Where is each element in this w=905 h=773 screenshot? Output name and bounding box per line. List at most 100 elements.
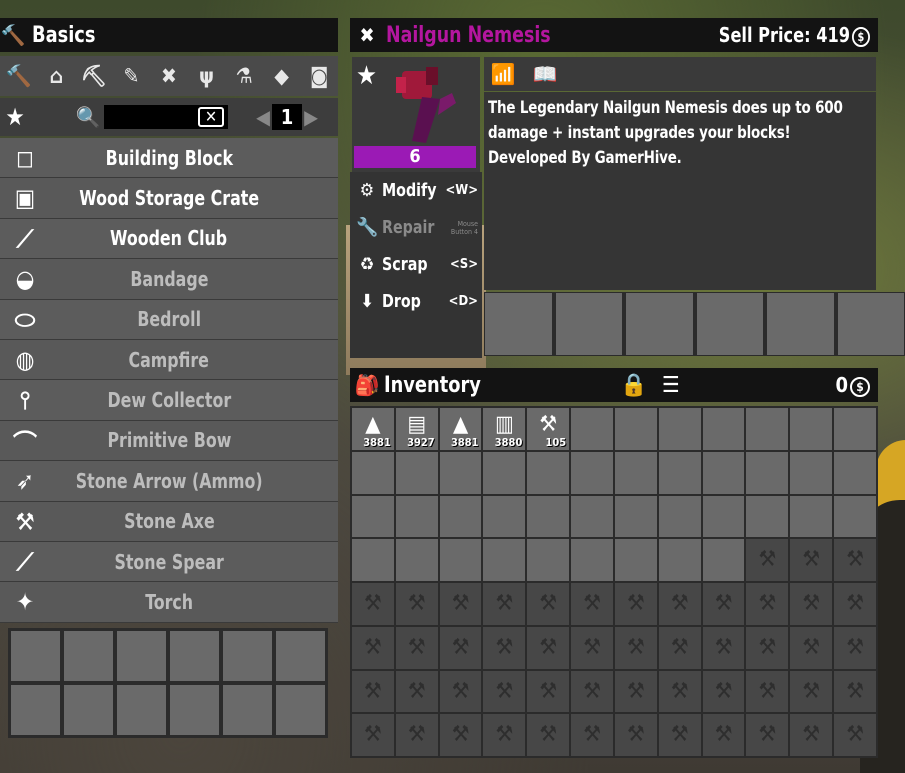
locked-inventory-slot[interactable] bbox=[702, 626, 745, 669]
inventory-slot[interactable] bbox=[395, 495, 438, 538]
inventory-slot[interactable]: ▲ 3881 bbox=[352, 408, 394, 450]
locked-inventory-slot[interactable] bbox=[483, 714, 526, 756]
inventory-slot[interactable] bbox=[571, 495, 613, 538]
inventory-slot[interactable] bbox=[790, 408, 833, 450]
queue-slot[interactable] bbox=[10, 630, 61, 682]
repair-button[interactable]: 🔧 Repair Mouse Button 4 bbox=[350, 209, 482, 246]
inventory-slot[interactable] bbox=[746, 451, 789, 494]
recipe-item[interactable]: ▣ Wood Storage Crate bbox=[0, 178, 338, 219]
queue-slot[interactable] bbox=[275, 684, 326, 736]
inventory-slot[interactable] bbox=[834, 495, 876, 538]
inventory-slot[interactable] bbox=[571, 451, 613, 494]
locked-inventory-slot[interactable] bbox=[352, 670, 394, 713]
locked-inventory-slot[interactable] bbox=[790, 626, 833, 669]
inventory-slot[interactable] bbox=[658, 451, 701, 494]
locked-inventory-slot[interactable] bbox=[352, 714, 394, 756]
stats-tab-icon[interactable]: 📶 bbox=[490, 62, 516, 86]
mod-slot[interactable] bbox=[625, 292, 694, 356]
page-prev-button[interactable]: ◀ bbox=[254, 105, 272, 129]
page-next-button[interactable]: ▶ bbox=[302, 105, 320, 129]
locked-inventory-slot[interactable] bbox=[614, 670, 657, 713]
locked-inventory-slot[interactable] bbox=[483, 670, 526, 713]
locked-inventory-slot[interactable] bbox=[483, 583, 526, 625]
modify-button[interactable]: ⚙ Modify <W> bbox=[350, 172, 482, 209]
locked-inventory-slot[interactable] bbox=[571, 583, 613, 625]
inventory-slot[interactable] bbox=[439, 451, 482, 494]
syringe-icon[interactable]: ✎ bbox=[115, 60, 147, 92]
locked-inventory-slot[interactable] bbox=[483, 626, 526, 669]
recipe-item[interactable]: ⫯ Dew Collector bbox=[0, 380, 338, 421]
locked-inventory-slot[interactable] bbox=[439, 626, 482, 669]
description-tab-icon[interactable]: 📖 bbox=[532, 62, 558, 86]
favorites-star-icon[interactable]: ★ bbox=[0, 103, 30, 131]
recipe-item[interactable]: ⌒ Primitive Bow bbox=[0, 420, 338, 462]
recipe-item[interactable]: ◍ Campfire bbox=[0, 339, 338, 381]
locked-inventory-slot[interactable] bbox=[527, 583, 570, 625]
locked-inventory-slot[interactable] bbox=[658, 670, 701, 713]
locked-inventory-slot[interactable] bbox=[614, 714, 657, 756]
inventory-slot[interactable] bbox=[658, 495, 701, 538]
inventory-slot[interactable] bbox=[352, 495, 394, 538]
locked-inventory-slot[interactable] bbox=[834, 714, 876, 756]
inventory-slot[interactable] bbox=[352, 539, 394, 581]
locked-inventory-slot[interactable] bbox=[658, 583, 701, 625]
inventory-slot[interactable] bbox=[702, 495, 745, 538]
inventory-slot[interactable] bbox=[614, 495, 657, 538]
locked-inventory-slot[interactable] bbox=[439, 714, 482, 756]
locked-inventory-slot[interactable] bbox=[658, 714, 701, 756]
mod-slot[interactable] bbox=[695, 292, 764, 356]
queue-slot[interactable] bbox=[116, 684, 167, 736]
inventory-slot[interactable] bbox=[483, 451, 526, 494]
locked-inventory-slot[interactable] bbox=[527, 714, 570, 756]
recipe-item[interactable]: ➶ Stone Arrow (Ammo) bbox=[0, 461, 338, 502]
recipe-item[interactable]: ⟋ Wooden Club bbox=[0, 218, 338, 260]
inventory-slot[interactable]: ⚒ 105 bbox=[527, 408, 570, 450]
sort-icon[interactable]: ☰ bbox=[662, 373, 680, 398]
locked-inventory-slot[interactable] bbox=[395, 626, 438, 669]
inventory-slot[interactable] bbox=[571, 408, 613, 450]
locked-inventory-slot[interactable] bbox=[395, 583, 438, 625]
locked-inventory-slot[interactable] bbox=[834, 670, 876, 713]
lock-icon[interactable]: 🔒 bbox=[620, 373, 647, 398]
locked-inventory-slot[interactable] bbox=[395, 714, 438, 756]
inventory-slot[interactable]: ▲ 3881 bbox=[439, 408, 482, 450]
inventory-slot[interactable]: ▥ 3880 bbox=[483, 408, 526, 450]
inventory-slot[interactable] bbox=[702, 451, 745, 494]
locked-inventory-slot[interactable] bbox=[395, 670, 438, 713]
locked-inventory-slot[interactable] bbox=[352, 626, 394, 669]
inventory-slot[interactable] bbox=[790, 451, 833, 494]
locked-inventory-slot[interactable] bbox=[614, 583, 657, 625]
locked-inventory-slot[interactable] bbox=[658, 626, 701, 669]
clear-search-icon[interactable]: ✕ bbox=[198, 107, 224, 127]
locked-inventory-slot[interactable] bbox=[746, 539, 789, 581]
inventory-slot[interactable] bbox=[527, 539, 570, 581]
locked-inventory-slot[interactable] bbox=[834, 583, 876, 625]
locked-inventory-slot[interactable] bbox=[834, 626, 876, 669]
locked-inventory-slot[interactable] bbox=[790, 670, 833, 713]
locked-inventory-slot[interactable] bbox=[571, 714, 613, 756]
recipe-item[interactable]: ⟋ Stone Spear bbox=[0, 541, 338, 583]
recipe-item[interactable]: ✦ Torch bbox=[0, 582, 338, 623]
locked-inventory-slot[interactable] bbox=[746, 626, 789, 669]
locked-inventory-slot[interactable] bbox=[571, 670, 613, 713]
inventory-slot[interactable] bbox=[834, 451, 876, 494]
inventory-slot[interactable] bbox=[395, 539, 438, 581]
inventory-slot[interactable] bbox=[614, 539, 657, 581]
queue-slot[interactable] bbox=[222, 684, 273, 736]
fork-icon[interactable]: ψ bbox=[191, 60, 223, 92]
microscope-icon[interactable]: ⚗ bbox=[228, 60, 260, 92]
mod-slot[interactable] bbox=[554, 292, 623, 356]
locked-inventory-slot[interactable] bbox=[790, 583, 833, 625]
inventory-slot[interactable] bbox=[527, 451, 570, 494]
mod-slot[interactable] bbox=[836, 292, 905, 356]
hammer-icon[interactable]: 🔨 bbox=[3, 60, 35, 92]
queue-slot[interactable] bbox=[222, 630, 273, 682]
drop-button[interactable]: ⬇ Drop <D> bbox=[350, 283, 482, 320]
locked-inventory-slot[interactable] bbox=[439, 670, 482, 713]
building-icon[interactable]: ⛏ bbox=[78, 60, 110, 92]
inventory-slot[interactable] bbox=[571, 539, 613, 581]
inventory-slot[interactable] bbox=[746, 495, 789, 538]
locked-inventory-slot[interactable] bbox=[527, 626, 570, 669]
locked-inventory-slot[interactable] bbox=[439, 583, 482, 625]
locked-inventory-slot[interactable] bbox=[352, 583, 394, 625]
